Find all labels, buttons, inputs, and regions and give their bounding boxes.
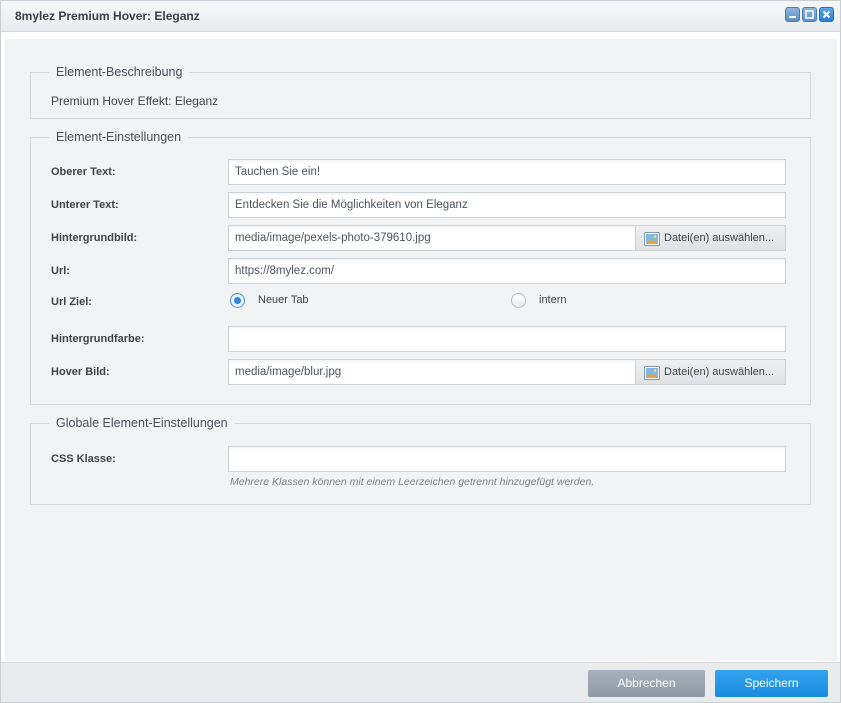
radio-new-tab-label[interactable]: Neuer Tab (258, 294, 309, 306)
hover-image-select-label: Datei(en) auswählen... (664, 366, 775, 378)
global-fieldset: Globale Element-Einstellungen CSS Klasse… (30, 416, 811, 505)
settings-fieldset: Element-Einstellungen Oberer Text: Tauch… (30, 130, 811, 405)
save-button[interactable]: Speichern (715, 670, 828, 697)
description-text: Premium Hover Effekt: Eleganz (51, 94, 219, 108)
settings-legend: Element-Einstellungen (49, 130, 189, 144)
background-image-select-button[interactable]: Datei(en) auswählen... (636, 225, 786, 251)
global-legend: Globale Element-Einstellungen (49, 416, 235, 430)
cancel-button[interactable]: Abbrechen (588, 670, 705, 697)
radio-intern-label[interactable]: intern (539, 294, 567, 306)
upper-text-row: Oberer Text: Tauchen Sie ein! (31, 159, 810, 187)
image-icon (644, 366, 660, 380)
url-target-label: Url Ziel: (51, 296, 92, 308)
background-color-row: Hintergrundfarbe: (31, 326, 810, 354)
background-image-label: Hintergrundbild: (51, 232, 138, 244)
css-class-label: CSS Klasse: (51, 453, 116, 465)
url-target-row: Url Ziel: Neuer Tab intern (31, 289, 810, 317)
dialog-content: Element-Beschreibung Premium Hover Effek… (5, 39, 837, 661)
css-class-hint: Mehrere Klassen können mit einem Leerzei… (230, 476, 595, 488)
lower-text-row: Unterer Text: Entdecken Sie die Möglichk… (31, 192, 810, 220)
minimize-icon[interactable] (785, 7, 800, 22)
description-legend: Element-Beschreibung (49, 65, 190, 79)
background-image-input[interactable]: media/image/pexels-photo-379610.jpg (228, 225, 636, 251)
hover-image-row: Hover Bild: media/image/blur.jpg Datei(e… (31, 359, 810, 387)
radio-intern[interactable] (511, 293, 526, 308)
background-image-row: Hintergrundbild: media/image/pexels-phot… (31, 225, 810, 253)
url-input[interactable]: https://8mylez.com/ (228, 258, 786, 284)
dialog-window: 8mylez Premium Hover: Eleganz Element-Be… (0, 0, 841, 703)
maximize-icon[interactable] (802, 7, 817, 22)
image-icon (644, 232, 660, 246)
radio-new-tab[interactable] (230, 293, 245, 308)
upper-text-input[interactable]: Tauchen Sie ein! (228, 159, 786, 185)
lower-text-label: Unterer Text: (51, 199, 119, 211)
description-fieldset: Element-Beschreibung Premium Hover Effek… (30, 65, 811, 119)
css-class-row: CSS Klasse: (31, 446, 810, 474)
hover-image-label: Hover Bild: (51, 366, 110, 378)
css-class-input[interactable] (228, 446, 786, 472)
background-color-input[interactable] (228, 326, 786, 352)
window-title: 8mylez Premium Hover: Eleganz (15, 9, 200, 23)
lower-text-input[interactable]: Entdecken Sie die Möglichkeiten von Eleg… (228, 192, 786, 218)
close-icon[interactable] (819, 7, 834, 22)
upper-text-label: Oberer Text: (51, 166, 116, 178)
url-row: Url: https://8mylez.com/ (31, 258, 810, 286)
background-image-select-label: Datei(en) auswählen... (664, 232, 775, 244)
dialog-footer: Abbrechen Speichern (1, 662, 840, 702)
hover-image-input[interactable]: media/image/blur.jpg (228, 359, 636, 385)
title-bar[interactable]: 8mylez Premium Hover: Eleganz (1, 1, 840, 32)
background-color-label: Hintergrundfarbe: (51, 333, 145, 345)
hover-image-select-button[interactable]: Datei(en) auswählen... (636, 359, 786, 385)
url-label: Url: (51, 265, 70, 277)
window-controls (785, 7, 834, 22)
